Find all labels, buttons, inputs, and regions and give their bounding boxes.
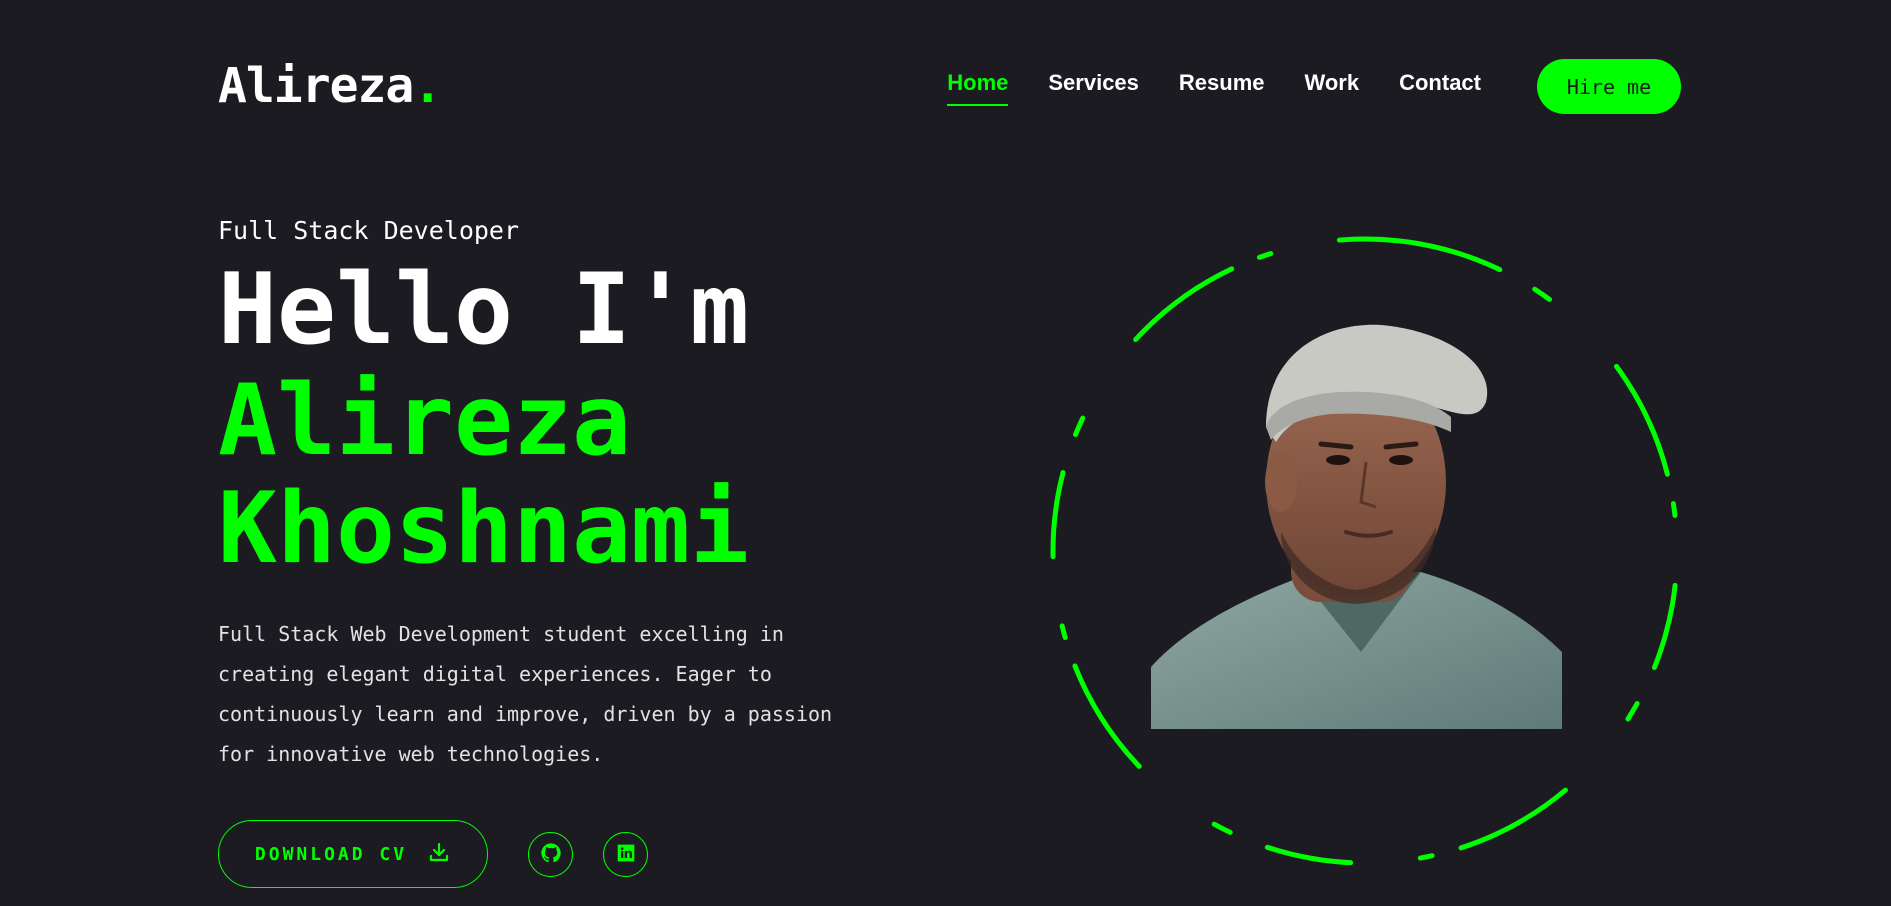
hero-last-name: Khoshnami (218, 472, 750, 586)
profile-photo (1151, 324, 1562, 729)
bio-line: for innovative web technologies. (218, 742, 604, 766)
logo-dot: . (413, 58, 442, 114)
bio-line: Full Stack Web Development student excel… (218, 622, 784, 646)
bio-line: continuously learn and improve, driven b… (218, 702, 833, 726)
linkedin-icon (616, 843, 636, 867)
hero-first-name: Alireza (218, 364, 632, 478)
nav-item-resume[interactable]: Resume (1179, 58, 1265, 108)
download-cv-label: DOWNLOAD CV (254, 843, 408, 865)
github-link[interactable] (528, 832, 573, 877)
logo-text: Alireza (218, 58, 414, 114)
linkedin-link[interactable] (603, 832, 648, 877)
site-logo[interactable]: Alireza. (218, 58, 442, 114)
nav-item-services[interactable]: Services (1048, 58, 1139, 108)
download-cv-button[interactable]: DOWNLOAD CV (218, 820, 488, 888)
hero-role: Full Stack Developer (218, 216, 520, 245)
hero-greeting: Hello I'm (218, 253, 750, 367)
main-nav: Home Services Resume Work Contact (947, 58, 1481, 108)
hero-bio: Full Stack Web Development student excel… (218, 614, 858, 774)
nav-item-home[interactable]: Home (947, 58, 1009, 108)
nav-item-contact[interactable]: Contact (1399, 58, 1481, 108)
bio-line: creating elegant digital experiences. Ea… (218, 662, 772, 686)
download-icon (427, 840, 451, 869)
github-icon (540, 842, 562, 868)
hire-me-button[interactable]: Hire me (1537, 59, 1681, 114)
hero-name: Alireza Khoshnami (218, 367, 749, 583)
nav-item-work[interactable]: Work (1305, 58, 1360, 108)
